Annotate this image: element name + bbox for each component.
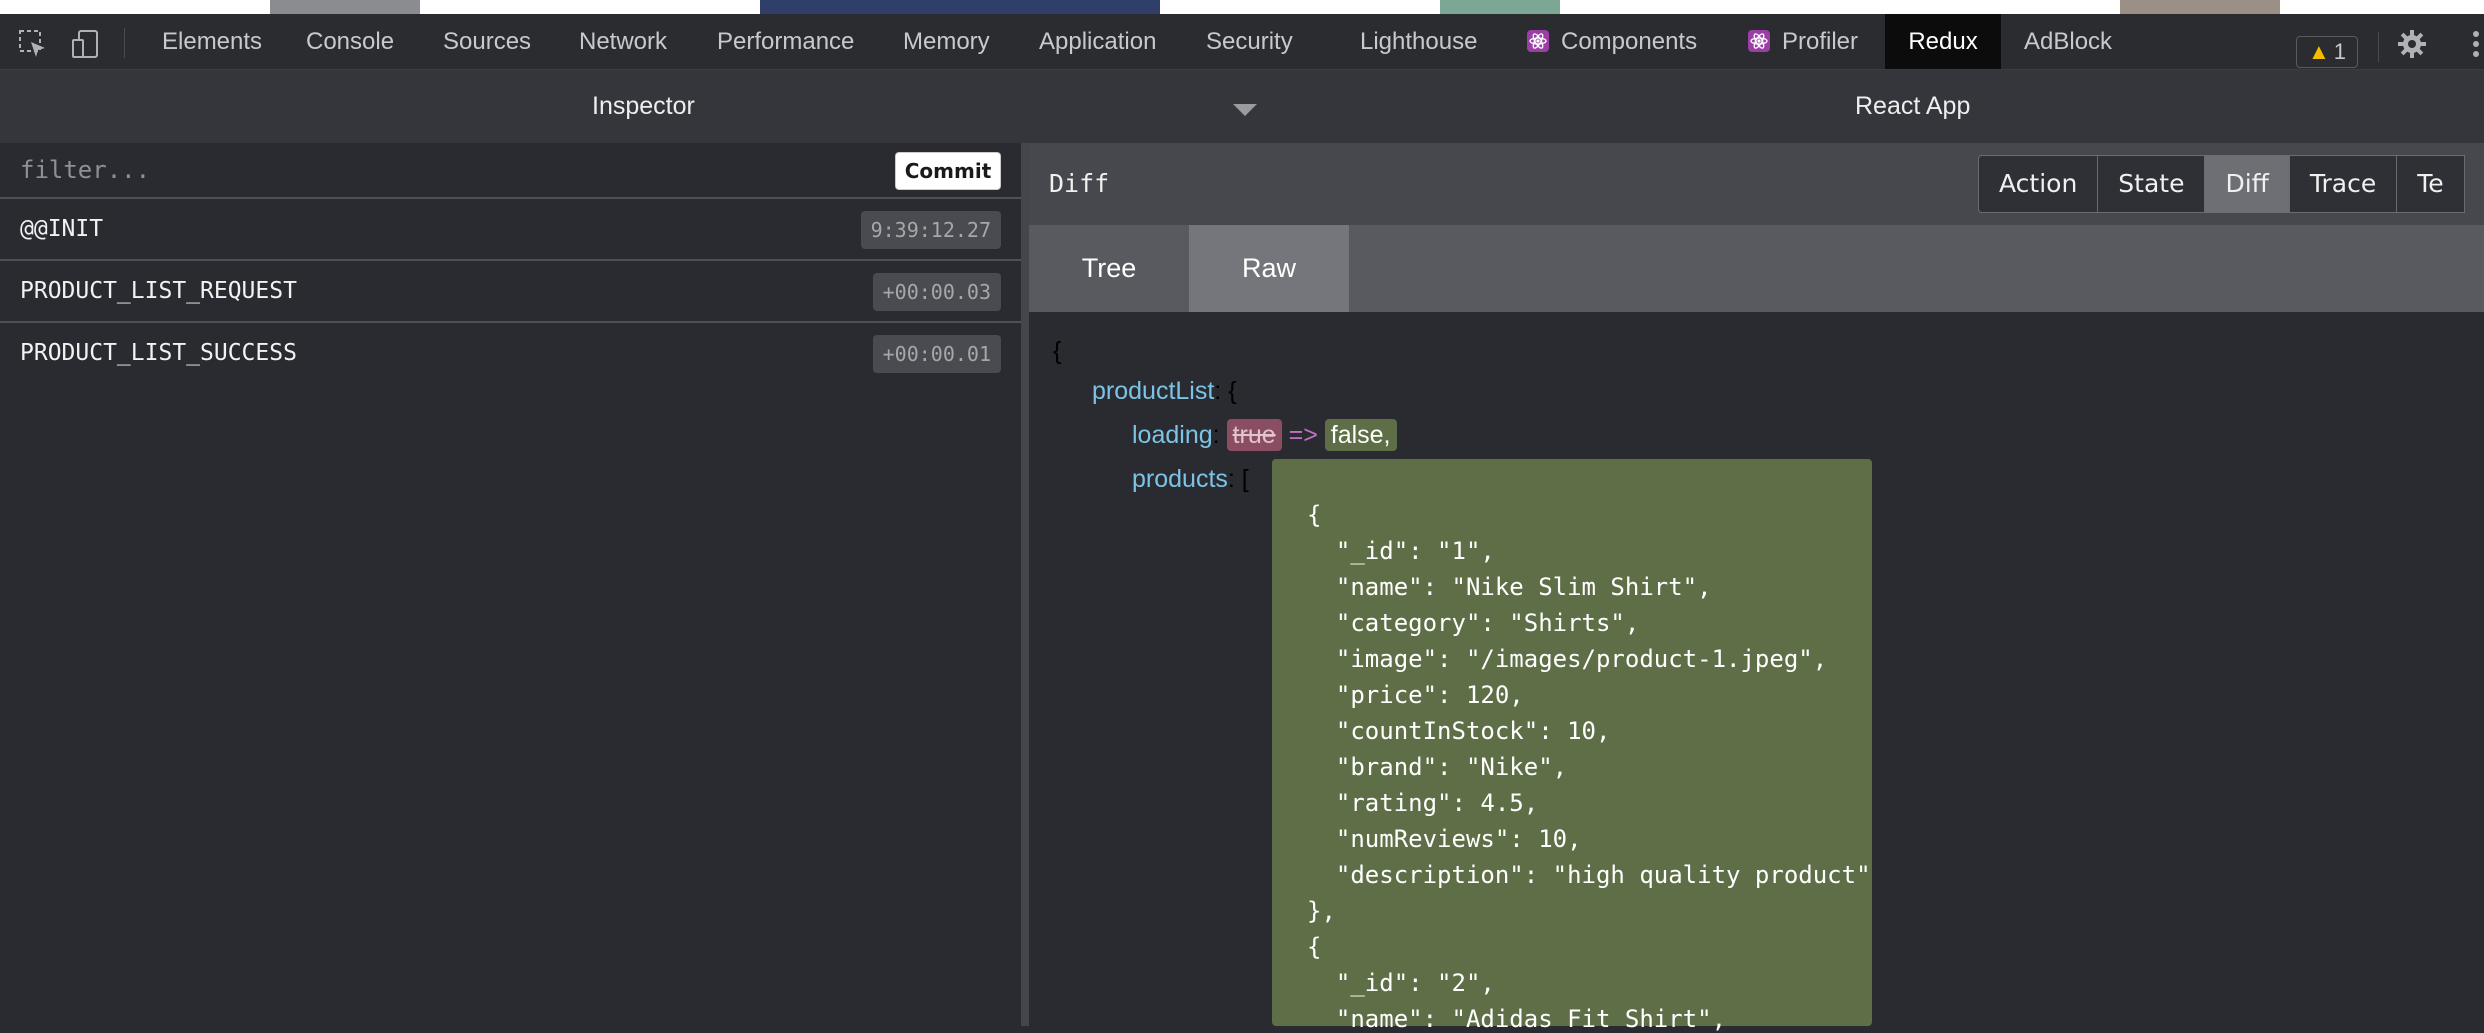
tab-network[interactable]: Network	[579, 14, 667, 69]
action-list-pane: Commit @@INIT 9:39:12.27 PRODUCT_LIST_RE…	[0, 143, 1021, 1026]
warning-badge[interactable]: ▲ 1	[2296, 36, 2358, 68]
diff-subtabs: Tree Raw	[1029, 225, 2484, 312]
code-line: loading: true => false,	[1132, 419, 1397, 451]
device-toolbar-icon[interactable]	[70, 28, 102, 60]
toolbar-divider	[2378, 32, 2379, 62]
action-item[interactable]: PRODUCT_LIST_REQUEST +00:00.03	[0, 261, 1021, 323]
tab-memory[interactable]: Memory	[903, 14, 990, 69]
tab-console[interactable]: Console	[306, 14, 394, 69]
code-line: products: [	[1132, 465, 1249, 494]
more-options-icon[interactable]	[2460, 28, 2484, 60]
diff-arrow: =>	[1288, 421, 1318, 449]
react-icon	[1748, 29, 1770, 52]
diff-line: "image": "/images/product-1.jpeg",	[1307, 645, 1828, 673]
monitor-header: Diff Action State Diff Trace Te	[1029, 143, 2484, 226]
code-line: productList: {	[1092, 377, 1237, 406]
tab-sources[interactable]: Sources	[443, 14, 531, 69]
diff-line: "brand": "Nike",	[1307, 753, 1568, 781]
diff-line: {	[1307, 501, 1322, 529]
diff-line: "_id": "1",	[1307, 537, 1495, 565]
diff-line: "_id": "2",	[1307, 969, 1495, 997]
json-key: productList	[1092, 377, 1215, 405]
diff-line: "category": "Shirts",	[1307, 609, 1640, 637]
action-item[interactable]: @@INIT 9:39:12.27	[0, 199, 1021, 261]
tab-profiler[interactable]: Profiler	[1748, 14, 1858, 69]
tab-tree[interactable]: Tree	[1029, 225, 1189, 312]
pane-splitter[interactable]	[1021, 143, 1029, 1026]
json-punct: :	[1227, 465, 1242, 493]
diff-added-value: false,	[1324, 419, 1397, 451]
diff-line: "rating": 4.5,	[1307, 789, 1539, 817]
action-view-button[interactable]: Action	[1978, 155, 2099, 213]
tab-security[interactable]: Security	[1206, 14, 1293, 69]
tab-profiler-label: Profiler	[1782, 28, 1859, 55]
tab-application[interactable]: Application	[1039, 14, 1156, 69]
state-view-button[interactable]: State	[2097, 155, 2206, 213]
code-line: {	[1053, 337, 1062, 365]
tab-lighthouse[interactable]: Lighthouse	[1360, 14, 1477, 69]
devtools-tabbar: Elements Console Sources Network Perform…	[0, 14, 2484, 70]
diff-line: "name": "Adidas Fit Shirt",	[1307, 1005, 1727, 1033]
action-time: +00:00.01	[872, 335, 1001, 373]
json-punct: :	[1212, 421, 1227, 449]
action-item[interactable]: PRODUCT_LIST_SUCCESS +00:00.01	[0, 323, 1021, 383]
action-name: PRODUCT_LIST_SUCCESS	[20, 340, 297, 366]
json-bracket: [	[1241, 465, 1249, 493]
instance-title[interactable]: React App	[1855, 70, 1970, 143]
tab-adblock[interactable]: AdBlock	[2024, 14, 2112, 69]
tab-elements[interactable]: Elements	[162, 14, 262, 69]
toolbar-divider	[124, 28, 125, 58]
filter-row: Commit	[0, 143, 1021, 199]
inspect-element-icon[interactable]	[17, 28, 49, 60]
json-key: products	[1132, 465, 1228, 493]
tab-performance[interactable]: Performance	[717, 14, 854, 69]
diff-line: {	[1307, 933, 1322, 961]
tab-raw[interactable]: Raw	[1189, 225, 1349, 312]
settings-gear-icon[interactable]	[2396, 28, 2428, 60]
test-view-button[interactable]: Te	[2396, 155, 2465, 213]
diff-line: "price": 120,	[1307, 681, 1524, 709]
diff-line: "name": "Nike Slim Shirt",	[1307, 573, 1712, 601]
json-key: loading	[1132, 421, 1213, 449]
action-name: PRODUCT_LIST_REQUEST	[20, 278, 297, 304]
diff-line: "description": "high quality product"	[1307, 861, 1871, 889]
tab-components-label: Components	[1561, 28, 1698, 55]
chevron-down-icon[interactable]	[1233, 104, 1257, 116]
diff-removed-value: true	[1226, 419, 1282, 451]
diff-line: },	[1307, 897, 1336, 925]
action-name: @@INIT	[20, 216, 104, 242]
diff-view-button[interactable]: Diff	[2204, 155, 2290, 213]
tab-redux[interactable]: Redux	[1885, 14, 2001, 69]
action-time: 9:39:12.27	[860, 211, 1001, 249]
commit-button[interactable]: Commit	[895, 152, 1001, 190]
json-punct: : {	[1214, 377, 1237, 405]
action-time: +00:00.03	[872, 273, 1001, 311]
warning-count: 1	[2333, 39, 2347, 64]
inspector-title: Inspector	[592, 92, 695, 120]
trace-view-button[interactable]: Trace	[2288, 155, 2398, 213]
react-icon	[1527, 29, 1549, 52]
page-content-strip	[0, 0, 2484, 14]
redux-panel-header: Inspector React App	[0, 70, 2484, 144]
filter-input[interactable]	[0, 143, 880, 197]
view-switcher: Action State Diff Trace Te	[1978, 155, 2465, 213]
diff-line: "numReviews": 10,	[1307, 825, 1582, 853]
diff-line: "countInStock": 10,	[1307, 717, 1611, 745]
warning-icon: ▲	[2307, 39, 2330, 64]
tab-components[interactable]: Components	[1527, 14, 1697, 69]
monitor-title: Diff	[1049, 169, 1110, 198]
